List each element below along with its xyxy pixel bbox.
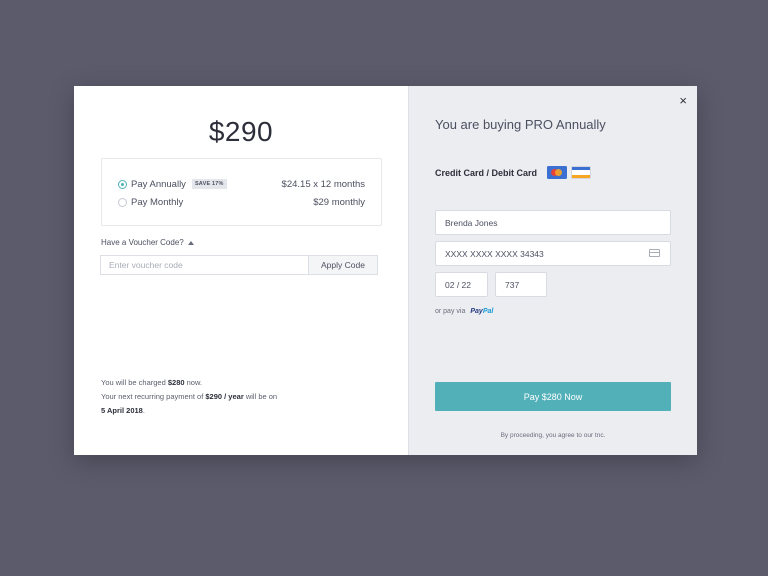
- buying-title: You are buying PRO Annually: [435, 117, 606, 132]
- apply-code-button[interactable]: Apply Code: [308, 255, 378, 275]
- total-price: $290: [208, 116, 274, 147]
- plan-panel: $290 Pay Annually SAVE 17% $24.15 x 12 m…: [74, 86, 408, 455]
- plan-option-monthly[interactable]: Pay Monthly $29 monthly: [118, 195, 365, 209]
- mastercard-icon: [547, 166, 568, 179]
- card-number-field[interactable]: [435, 241, 671, 266]
- checkout-modal: $290 Pay Annually SAVE 17% $24.15 x 12 m…: [74, 86, 697, 455]
- plan-options: Pay Annually SAVE 17% $24.15 x 12 months…: [101, 158, 382, 226]
- charge-amount: $280: [167, 378, 185, 387]
- plan-option-annually[interactable]: Pay Annually SAVE 17% $24.15 x 12 months: [118, 177, 365, 191]
- cvc-field[interactable]: [495, 272, 547, 297]
- close-icon[interactable]: ×: [679, 94, 687, 107]
- voucher-toggle[interactable]: Have a Voucher Code?: [101, 238, 194, 247]
- card-brands: [547, 166, 592, 179]
- cardholder-name-field[interactable]: [435, 210, 671, 235]
- caret-up-icon: [187, 240, 194, 245]
- expiry-field[interactable]: [435, 272, 488, 297]
- terms-text[interactable]: By proceeding, you agree to our tnc.: [409, 432, 697, 439]
- voucher-toggle-label: Have a Voucher Code?: [101, 238, 184, 247]
- plan-label: Pay Annually: [131, 178, 186, 190]
- plan-price: $24.15 x 12 months: [281, 178, 365, 190]
- paypal-option[interactable]: or pay via PayPal: [435, 308, 493, 315]
- recurring-date: 5 April 2018: [101, 406, 143, 415]
- recurring-text: .: [142, 406, 145, 415]
- save-badge: SAVE 17%: [191, 179, 227, 189]
- visa-icon: [571, 166, 592, 179]
- paypal-logo-part: Pay: [470, 308, 483, 315]
- paypal-logo[interactable]: PayPal: [470, 308, 493, 315]
- plan-label: Pay Monthly: [131, 196, 184, 208]
- charge-text: You will be charged: [101, 378, 168, 387]
- card-section-label: Credit Card / Debit Card: [435, 167, 538, 178]
- radio-selected-icon[interactable]: [118, 179, 127, 189]
- credit-card-icon: [649, 249, 660, 257]
- plan-price: $29 monthly: [313, 196, 365, 208]
- charge-text: now.: [184, 378, 203, 387]
- paypal-logo-part: Pal: [482, 308, 494, 315]
- pay-now-button[interactable]: Pay $280 Now: [435, 382, 671, 411]
- card-section-title: Credit Card / Debit Card: [435, 166, 592, 179]
- payment-panel: × You are buying PRO Annually Credit Car…: [408, 86, 697, 455]
- radio-unselected-icon[interactable]: [118, 197, 127, 207]
- voucher-form: Apply Code: [100, 255, 378, 275]
- voucher-input[interactable]: [100, 255, 308, 275]
- recurring-text: Your next recurring payment of: [101, 392, 206, 401]
- charge-summary: You will be charged $280 now. Your next …: [101, 376, 277, 418]
- paypal-prefix: or pay via: [435, 308, 466, 315]
- recurring-text: will be on: [243, 392, 278, 401]
- recurring-amount: $290 / year: [205, 392, 244, 401]
